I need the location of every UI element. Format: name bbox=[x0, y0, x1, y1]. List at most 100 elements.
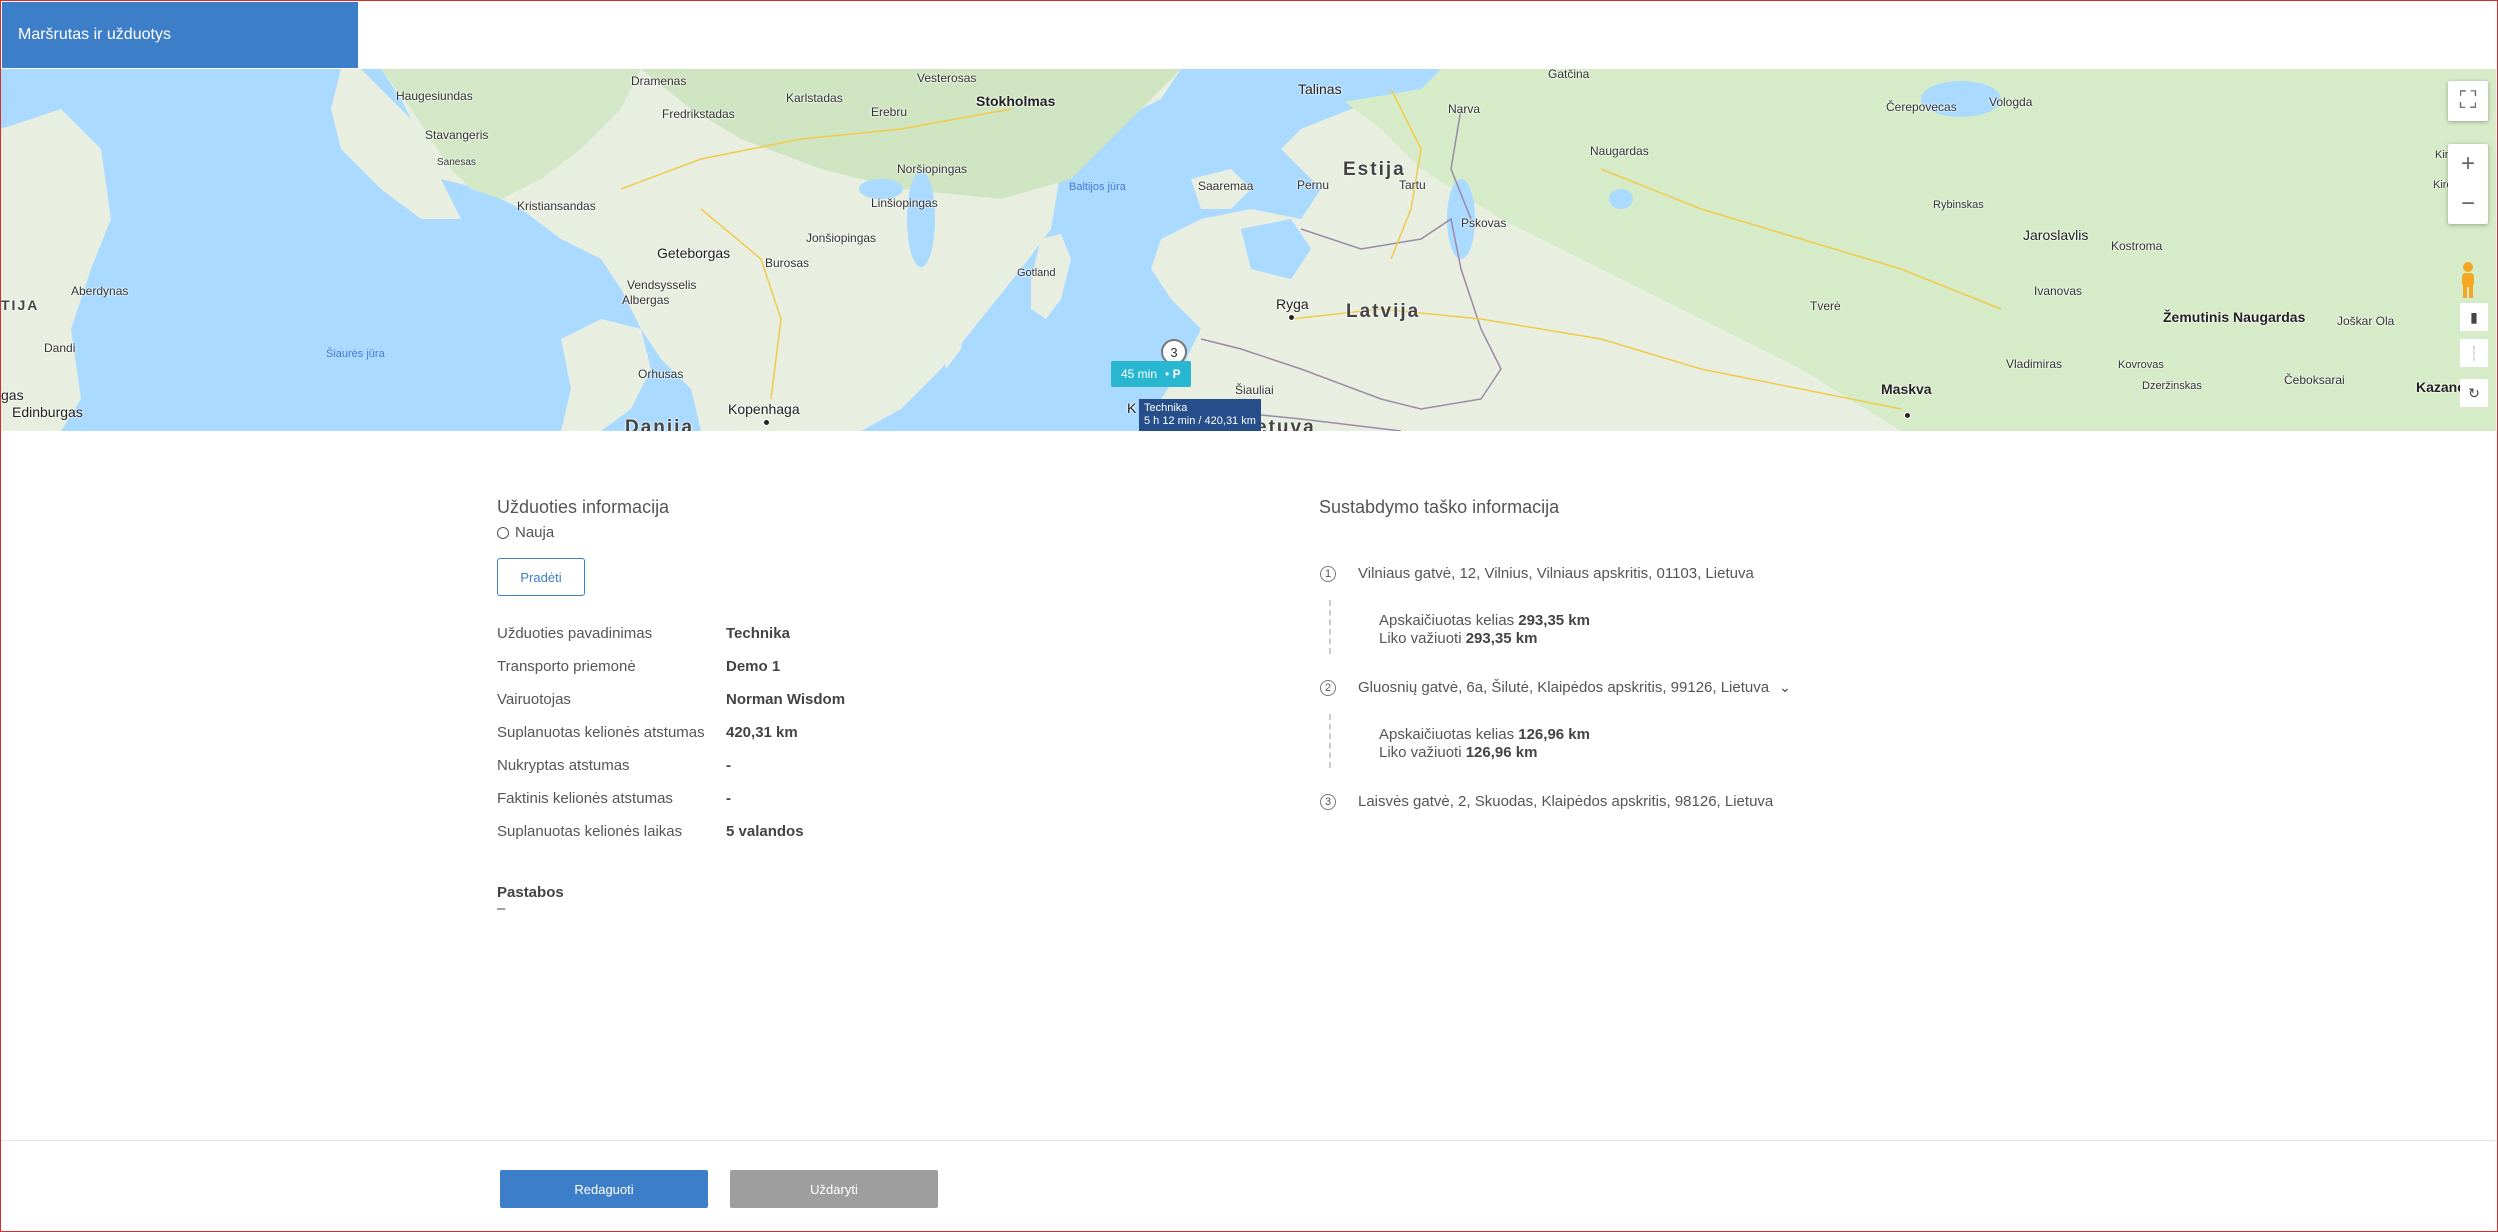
info-row: Faktinis kelionės atstumas - bbox=[497, 790, 731, 807]
close-button[interactable]: Uždaryti bbox=[730, 1170, 938, 1208]
map-country: Danija bbox=[625, 417, 695, 431]
info-label: Suplanuotas kelionės atstumas bbox=[497, 724, 705, 741]
footer-divider bbox=[1, 1140, 2496, 1141]
map-place: Gotland bbox=[1017, 267, 1056, 279]
vehicle-name: Technika bbox=[1144, 402, 1188, 414]
calc-value: 126,96 km bbox=[1518, 726, 1590, 743]
map-place: Aberdynas bbox=[71, 284, 129, 298]
map-place: Vologda bbox=[1989, 95, 2033, 109]
map-place: Karlstadas bbox=[786, 91, 843, 105]
map-country: Estija bbox=[1343, 159, 1406, 180]
map-place: Čeboksarai bbox=[2284, 373, 2345, 387]
map-city: Kazanė bbox=[2416, 379, 2466, 395]
info-value: - bbox=[726, 790, 731, 807]
map-place: Orhusas bbox=[638, 367, 684, 381]
stop-info-title: Sustabdymo taško informacija bbox=[1319, 497, 1560, 517]
route-duration: 45 min bbox=[1121, 367, 1158, 381]
zoom-in-button[interactable]: + bbox=[2461, 144, 2475, 184]
map-place: Dandi bbox=[44, 341, 76, 355]
map-place: Rybinskas bbox=[1933, 199, 1984, 211]
window-title: Maršrutas ir užduotys bbox=[18, 26, 171, 43]
map-sea: Šiaurės jūra bbox=[326, 348, 385, 360]
map-place: Haugesiundas bbox=[396, 89, 473, 103]
fullscreen-icon: ⛶ bbox=[2459, 87, 2477, 114]
info-value: Demo 1 bbox=[726, 658, 781, 675]
map-place: Dzeržinskas bbox=[2142, 380, 2202, 392]
info-label: Transporto priemonė bbox=[497, 658, 636, 675]
map-city: Edinburgas bbox=[12, 404, 83, 420]
vehicle-summary: 5 h 12 min / 420,31 km bbox=[1144, 415, 1256, 427]
street-view-pegman-icon[interactable] bbox=[2450, 259, 2486, 301]
notes-value: – bbox=[497, 900, 506, 917]
info-value: Technika bbox=[726, 625, 790, 642]
route-connector bbox=[1329, 600, 1331, 654]
window-title-tab[interactable]: Maršrutas ir užduotys bbox=[2, 2, 358, 68]
layer-icon[interactable]: ▮ bbox=[2460, 303, 2488, 331]
left-label: Liko važiuoti bbox=[1379, 744, 1462, 761]
map-place: Pernu bbox=[1297, 178, 1330, 192]
route-duration-badge[interactable]: 45 min • P bbox=[1111, 361, 1191, 387]
info-row: Suplanuotas kelionės atstumas 420,31 km bbox=[497, 724, 798, 741]
map-place: Dramenas bbox=[631, 74, 687, 88]
map-place: Joškar Ola bbox=[2337, 314, 2395, 328]
stop-address: Gluosnių gatvė, 6a, Šilutė, Klaipėdos ap… bbox=[1358, 679, 1770, 696]
info-row: Suplanuotas kelionės laikas 5 valandos bbox=[497, 823, 804, 840]
edit-button[interactable]: Redaguoti bbox=[500, 1170, 708, 1208]
map-place: Sanesas bbox=[437, 157, 476, 168]
map-city: Geteborgas bbox=[657, 245, 731, 261]
stop-number: 1 bbox=[1320, 565, 1336, 582]
left-label: Liko važiuoti bbox=[1379, 630, 1462, 647]
city-marker bbox=[1288, 314, 1295, 321]
stop-row[interactable]: 1 Vilniaus gatvė, 12, Vilnius, Vilniaus … bbox=[1320, 565, 1754, 582]
map-place: Narva bbox=[1448, 102, 1481, 116]
info-value: Norman Wisdom bbox=[726, 691, 846, 708]
status-row[interactable]: Nauja bbox=[497, 524, 554, 541]
map-city: Žemutinis Naugardas bbox=[2163, 309, 2306, 325]
stop-number: 2 bbox=[1320, 679, 1336, 696]
info-row: Nukryptas atstumas - bbox=[497, 757, 731, 774]
stop-row[interactable]: 3 Laisvės gatvė, 2, Skuodas, Klaipėdos a… bbox=[1320, 793, 1773, 810]
leg-distance: Apskaičiuotas kelias 293,35 km Liko važi… bbox=[1379, 612, 1590, 648]
map-sea: Baltijos jūra bbox=[1069, 181, 1126, 193]
info-label: Vairuotojas bbox=[497, 691, 571, 708]
status-radio[interactable] bbox=[497, 526, 509, 539]
map-city: Stokholmas bbox=[976, 93, 1056, 109]
map-place: Erebru bbox=[871, 105, 908, 119]
info-row: Vairuotojas Norman Wisdom bbox=[497, 691, 845, 708]
vehicle-tag[interactable]: Technika 5 h 12 min / 420,31 km bbox=[1139, 399, 1261, 431]
map-place: Jonšiopingas bbox=[806, 231, 877, 245]
map-country: TIJA bbox=[1, 297, 40, 313]
map-city: Kopenhaga bbox=[728, 401, 800, 417]
chevron-down-icon[interactable]: ⌄ bbox=[1779, 679, 1791, 696]
map-city: Maskva bbox=[1881, 381, 1932, 397]
map-place: Tverė bbox=[1810, 299, 1841, 313]
info-label: Užduoties pavadinimas bbox=[497, 625, 653, 642]
ruler-icon[interactable]: ┆ bbox=[2460, 339, 2488, 367]
zoom-out-button[interactable]: − bbox=[2461, 184, 2475, 224]
minus-icon: − bbox=[2460, 190, 2475, 217]
fullscreen-button[interactable]: ⛶ bbox=[2448, 81, 2488, 121]
left-value: 293,35 km bbox=[1465, 630, 1538, 647]
rotate-icon[interactable]: ↻ bbox=[2460, 379, 2488, 407]
map-place: Albergas bbox=[622, 293, 670, 307]
notes-title: Pastabos bbox=[497, 884, 564, 901]
map-place: Vladimiras bbox=[2006, 357, 2063, 371]
map-place: Gatčina bbox=[1548, 69, 1590, 81]
info-row: Užduoties pavadinimas Technika bbox=[497, 625, 790, 642]
map-place: Čerepovecas bbox=[1886, 100, 1957, 114]
info-value: 5 valandos bbox=[726, 823, 804, 840]
start-button[interactable]: Pradėti bbox=[497, 558, 585, 596]
stop-address: Vilniaus gatvė, 12, Vilnius, Vilniaus ap… bbox=[1358, 565, 1754, 582]
map-place: Stavangeris bbox=[425, 128, 489, 142]
stop-row[interactable]: 2 Gluosnių gatvė, 6a, Šilutė, Klaipėdos … bbox=[1320, 679, 1791, 696]
map[interactable]: Dramenas Vesterosas Haugesiundas Karlsta… bbox=[1, 69, 2496, 431]
left-value: 126,96 km bbox=[1465, 744, 1538, 761]
map-city: Ryga bbox=[1276, 296, 1309, 312]
info-value: 420,31 km bbox=[726, 724, 798, 741]
map-place: K bbox=[1127, 400, 1137, 416]
route-connector bbox=[1329, 714, 1331, 768]
info-label: Suplanuotas kelionės laikas bbox=[497, 823, 683, 840]
parking-icon: • P bbox=[1165, 367, 1181, 381]
info-row: Transporto priemonė Demo 1 bbox=[497, 658, 780, 675]
task-info-title: Užduoties informacija bbox=[497, 497, 670, 517]
